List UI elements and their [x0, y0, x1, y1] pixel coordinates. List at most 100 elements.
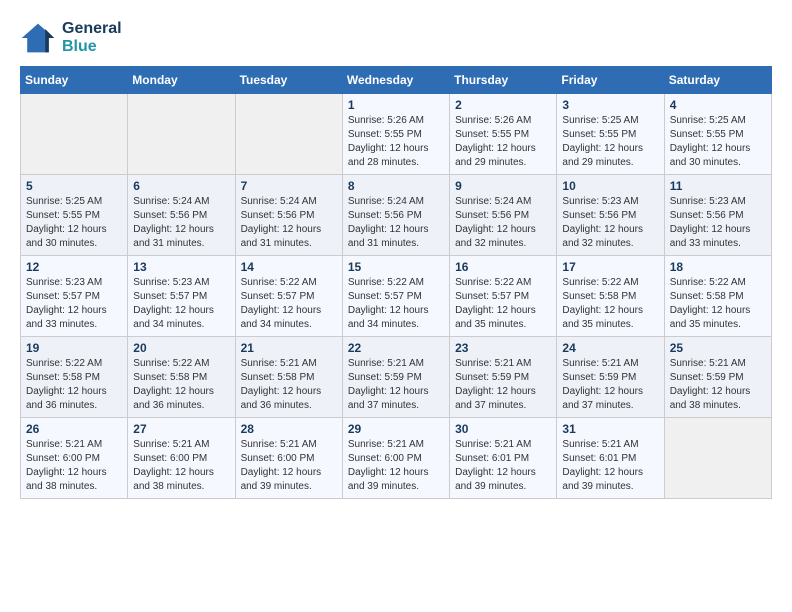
day-info: Sunrise: 5:25 AM Sunset: 5:55 PM Dayligh…: [562, 114, 658, 170]
calendar-cell: 26 Sunrise: 5:21 AM Sunset: 6:00 PM Dayli…: [21, 418, 128, 499]
day-number: 16: [455, 260, 551, 274]
day-info: Sunrise: 5:22 AM Sunset: 5:58 PM Dayligh…: [26, 357, 122, 413]
day-info: Sunrise: 5:21 AM Sunset: 6:00 PM Dayligh…: [133, 438, 229, 494]
calendar-cell: 18Sunrise: 5:22 AM Sunset: 5:58 PM Dayli…: [664, 256, 771, 337]
day-number: 2: [455, 98, 551, 112]
day-info: Sunrise: 5:26 AM Sunset: 5:55 PM Dayligh…: [455, 114, 551, 170]
day-number: 7: [241, 179, 337, 193]
day-info: Sunrise: 5:21 AM Sunset: 6:01 PM Dayligh…: [455, 438, 551, 494]
calendar-cell: 4 Sunrise: 5:25 AM Sunset: 5:55 PM Daylig…: [664, 94, 771, 175]
day-info: Sunrise: 5:21 AM Sunset: 6:01 PM Dayligh…: [562, 438, 658, 494]
day-info: Sunrise: 5:23 AM Sunset: 5:56 PM Dayligh…: [670, 195, 766, 251]
day-info: Sunrise: 5:21 AM Sunset: 5:59 PM Dayligh…: [562, 357, 658, 413]
calendar-cell: 24 Sunrise: 5:21 AM Sunset: 5:59 PM Dayli…: [557, 337, 664, 418]
weekday-header: Thursday: [450, 67, 557, 94]
calendar-cell: 21Sunrise: 5:21 AM Sunset: 5:58 PM Dayli…: [235, 337, 342, 418]
calendar-cell: 11 Sunrise: 5:23 AM Sunset: 5:56 PM Dayli…: [664, 175, 771, 256]
calendar-cell: 7Sunrise: 5:24 AM Sunset: 5:56 PM Daylig…: [235, 175, 342, 256]
day-number: 26: [26, 422, 122, 436]
calendar-cell: [235, 94, 342, 175]
day-info: Sunrise: 5:22 AM Sunset: 5:58 PM Dayligh…: [562, 276, 658, 332]
day-info: Sunrise: 5:21 AM Sunset: 6:00 PM Dayligh…: [241, 438, 337, 494]
day-number: 29: [348, 422, 444, 436]
weekday-header: Wednesday: [342, 67, 449, 94]
day-info: Sunrise: 5:22 AM Sunset: 5:57 PM Dayligh…: [348, 276, 444, 332]
day-number: 5: [26, 179, 122, 193]
calendar-cell: 29 Sunrise: 5:21 AM Sunset: 6:00 PM Dayli…: [342, 418, 449, 499]
day-info: Sunrise: 5:23 AM Sunset: 5:56 PM Dayligh…: [562, 195, 658, 251]
day-number: 9: [455, 179, 551, 193]
day-info: Sunrise: 5:24 AM Sunset: 5:56 PM Dayligh…: [133, 195, 229, 251]
calendar-cell: 8 Sunrise: 5:24 AM Sunset: 5:56 PM Daylig…: [342, 175, 449, 256]
calendar-cell: 30 Sunrise: 5:21 AM Sunset: 6:01 PM Dayli…: [450, 418, 557, 499]
logo-text: General Blue: [62, 20, 122, 56]
day-number: 1: [348, 98, 444, 112]
day-number: 4: [670, 98, 766, 112]
day-number: 13: [133, 260, 229, 274]
day-info: Sunrise: 5:21 AM Sunset: 5:59 PM Dayligh…: [348, 357, 444, 413]
weekday-header: Saturday: [664, 67, 771, 94]
day-number: 6: [133, 179, 229, 193]
calendar-cell: 1Sunrise: 5:26 AM Sunset: 5:55 PM Daylig…: [342, 94, 449, 175]
day-info: Sunrise: 5:21 AM Sunset: 6:00 PM Dayligh…: [348, 438, 444, 494]
day-info: Sunrise: 5:22 AM Sunset: 5:58 PM Dayligh…: [133, 357, 229, 413]
day-number: 23: [455, 341, 551, 355]
day-info: Sunrise: 5:22 AM Sunset: 5:57 PM Dayligh…: [455, 276, 551, 332]
weekday-header-row: SundayMondayTuesdayWednesdayThursdayFrid…: [21, 67, 772, 94]
day-number: 27: [133, 422, 229, 436]
calendar-cell: [128, 94, 235, 175]
day-number: 11: [670, 179, 766, 193]
day-number: 30: [455, 422, 551, 436]
day-number: 24: [562, 341, 658, 355]
day-info: Sunrise: 5:23 AM Sunset: 5:57 PM Dayligh…: [26, 276, 122, 332]
day-info: Sunrise: 5:24 AM Sunset: 5:56 PM Dayligh…: [455, 195, 551, 251]
calendar-cell: 5 Sunrise: 5:25 AM Sunset: 5:55 PM Daylig…: [21, 175, 128, 256]
calendar-cell: 25 Sunrise: 5:21 AM Sunset: 5:59 PM Dayli…: [664, 337, 771, 418]
logo-icon: [20, 20, 56, 56]
calendar-body: 1 Sunrise: 5:26 AM Sunset: 5:55 PM Daylig…: [21, 94, 772, 499]
calendar-week-row: 5 Sunrise: 5:25 AM Sunset: 5:55 PM Daylig…: [21, 175, 772, 256]
weekday-header: Friday: [557, 67, 664, 94]
day-number: 12: [26, 260, 122, 274]
day-number: 10: [562, 179, 658, 193]
day-number: 15: [348, 260, 444, 274]
day-info: Sunrise: 5:21 AM Sunset: 5:59 PM Dayligh…: [455, 357, 551, 413]
logo: General Blue: [20, 20, 122, 56]
calendar-cell: 15 Sunrise: 5:22 AM Sunset: 5:57 PM Dayli…: [342, 256, 449, 337]
page-header: General Blue: [20, 20, 772, 56]
calendar-table: SundayMondayTuesdayWednesdayThursdayFrid…: [20, 66, 772, 499]
calendar-cell: 17 Sunrise: 5:22 AM Sunset: 5:58 PM Dayli…: [557, 256, 664, 337]
day-number: 20: [133, 341, 229, 355]
day-info: Sunrise: 5:25 AM Sunset: 5:55 PM Dayligh…: [26, 195, 122, 251]
day-info: Sunrise: 5:25 AM Sunset: 5:55 PM Dayligh…: [670, 114, 766, 170]
day-number: 8: [348, 179, 444, 193]
day-number: 17: [562, 260, 658, 274]
day-number: 31: [562, 422, 658, 436]
calendar-cell: 14 Sunrise: 5:22 AM Sunset: 5:57 PM Dayli…: [235, 256, 342, 337]
day-info: Sunrise: 5:24 AM Sunset: 5:56 PM Dayligh…: [348, 195, 444, 251]
calendar-cell: 22 Sunrise: 5:21 AM Sunset: 5:59 PM Dayli…: [342, 337, 449, 418]
day-info: Sunrise: 5:21 AM Sunset: 6:00 PM Dayligh…: [26, 438, 122, 494]
calendar-week-row: 26 Sunrise: 5:21 AM Sunset: 6:00 PM Dayli…: [21, 418, 772, 499]
calendar-week-row: 19Sunrise: 5:22 AM Sunset: 5:58 PM Dayli…: [21, 337, 772, 418]
day-number: 14: [241, 260, 337, 274]
calendar-cell: 23 Sunrise: 5:21 AM Sunset: 5:59 PM Dayli…: [450, 337, 557, 418]
calendar-cell: 20 Sunrise: 5:22 AM Sunset: 5:58 PM Dayli…: [128, 337, 235, 418]
calendar-cell: 27 Sunrise: 5:21 AM Sunset: 6:00 PM Dayli…: [128, 418, 235, 499]
calendar-cell: 16 Sunrise: 5:22 AM Sunset: 5:57 PM Dayli…: [450, 256, 557, 337]
calendar-cell: 9 Sunrise: 5:24 AM Sunset: 5:56 PM Daylig…: [450, 175, 557, 256]
day-number: 22: [348, 341, 444, 355]
calendar-cell: 3 Sunrise: 5:25 AM Sunset: 5:55 PM Daylig…: [557, 94, 664, 175]
calendar-cell: 2 Sunrise: 5:26 AM Sunset: 5:55 PM Daylig…: [450, 94, 557, 175]
calendar-cell: 12 Sunrise: 5:23 AM Sunset: 5:57 PM Dayli…: [21, 256, 128, 337]
day-info: Sunrise: 5:21 AM Sunset: 5:59 PM Dayligh…: [670, 357, 766, 413]
calendar-cell: 6 Sunrise: 5:24 AM Sunset: 5:56 PM Daylig…: [128, 175, 235, 256]
day-info: Sunrise: 5:22 AM Sunset: 5:57 PM Dayligh…: [241, 276, 337, 332]
calendar-cell: 10 Sunrise: 5:23 AM Sunset: 5:56 PM Dayli…: [557, 175, 664, 256]
day-number: 25: [670, 341, 766, 355]
calendar-cell: [664, 418, 771, 499]
day-number: 3: [562, 98, 658, 112]
day-number: 28: [241, 422, 337, 436]
calendar-week-row: 1 Sunrise: 5:26 AM Sunset: 5:55 PM Daylig…: [21, 94, 772, 175]
calendar-cell: 19Sunrise: 5:22 AM Sunset: 5:58 PM Dayli…: [21, 337, 128, 418]
